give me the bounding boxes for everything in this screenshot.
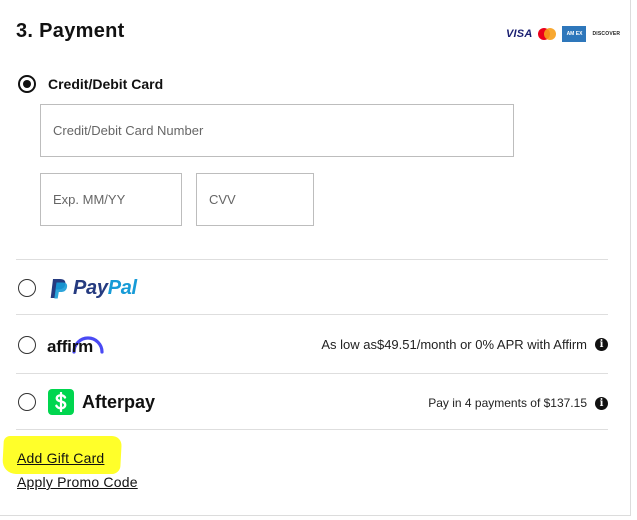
divider: [16, 259, 608, 260]
affirm-note: As low as$49.51/month or 0% APR with Aff…: [321, 337, 608, 352]
expiry-input[interactable]: [40, 173, 182, 226]
card-number-input[interactable]: [40, 104, 514, 157]
radio-affirm[interactable]: [18, 336, 36, 354]
dollar-icon: [48, 389, 74, 415]
paypal-logo: PayPal: [50, 277, 137, 300]
divider: [16, 314, 608, 315]
paypal-pay-text: Pay: [73, 277, 108, 299]
radio-afterpay[interactable]: [18, 393, 36, 411]
add-gift-card-link[interactable]: Add Gift Card: [17, 450, 104, 466]
card-option-label: Credit/Debit Card: [48, 76, 164, 92]
cvv-input[interactable]: [196, 173, 314, 226]
affirm-logo: affirm: [47, 330, 107, 358]
divider: [16, 373, 608, 374]
info-icon[interactable]: i: [595, 396, 608, 410]
paypal-pal-text: Pal: [107, 277, 137, 299]
radio-paypal[interactable]: [18, 279, 36, 297]
affirm-label: affirm: [47, 337, 94, 356]
paypal-p-icon: [50, 278, 68, 298]
accepted-cards: VISA AM EX DISCOVER: [506, 24, 620, 44]
afterpay-note-text: Pay in 4 payments of $137.15: [428, 396, 587, 410]
section-title: 3. Payment: [16, 20, 125, 42]
radio-card[interactable]: [18, 75, 36, 93]
amex-logo: AM EX: [562, 26, 587, 42]
afterpay-note: Pay in 4 payments of $137.15 i: [428, 396, 608, 410]
divider: [16, 429, 608, 430]
afterpay-label: Afterpay: [82, 391, 156, 412]
apply-promo-code-link[interactable]: Apply Promo Code: [17, 474, 138, 490]
afterpay-logo: Afterpay: [48, 389, 155, 415]
affirm-note-text: As low as$49.51/month or 0% APR with Aff…: [321, 337, 587, 352]
visa-logo: VISA: [506, 28, 533, 40]
info-icon[interactable]: i: [595, 338, 608, 351]
panel-border-right: [630, 0, 631, 516]
panel-border-bottom: [0, 515, 631, 516]
mastercard-logo: [538, 28, 557, 40]
discover-logo: DISCOVER: [592, 31, 621, 37]
